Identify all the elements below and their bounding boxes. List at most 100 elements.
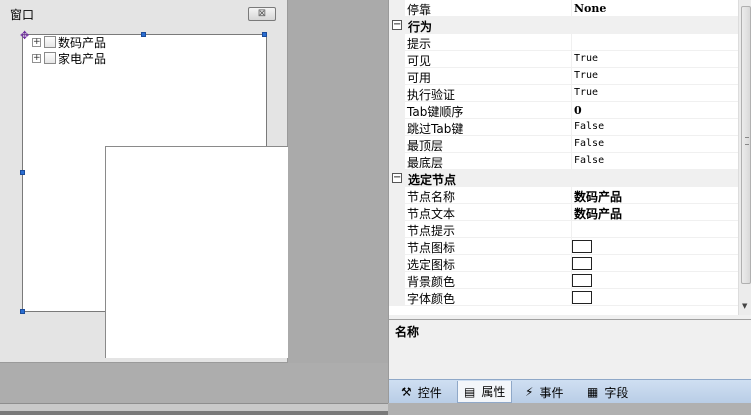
column-separator[interactable] xyxy=(571,51,572,68)
property-row[interactable]: Tab键顺序 0 xyxy=(389,102,738,119)
lightning-icon: ⚡ xyxy=(525,385,534,399)
category-label: 行为 xyxy=(408,20,433,34)
tree-node-checkbox[interactable] xyxy=(44,52,56,64)
property-row[interactable]: 节点图标 xyxy=(389,238,738,255)
tab-1[interactable]: ▤ 属性 xyxy=(457,381,513,403)
row-gutter xyxy=(389,85,405,102)
tab-2[interactable]: ⚡ 事件 xyxy=(519,381,569,403)
property-panel: 停靠 None − 行为 提示 可见 True 可用 True 执行验证 True Tab键顺序 0 跳过… xyxy=(388,0,751,403)
category-label: 选定节点 xyxy=(408,173,457,187)
row-gutter xyxy=(389,51,405,68)
property-row[interactable]: 最顶层 False xyxy=(389,136,738,153)
property-row[interactable]: 提示 xyxy=(389,34,738,51)
expand-icon[interactable]: + xyxy=(32,37,41,47)
window-bottom-edge xyxy=(388,403,751,415)
tree-node-1[interactable]: + 家电产品 xyxy=(32,50,106,66)
row-gutter xyxy=(389,34,405,51)
property-name: 可见 xyxy=(407,54,432,68)
column-separator[interactable] xyxy=(571,153,572,170)
row-gutter xyxy=(389,221,405,238)
property-name: 节点提示 xyxy=(407,224,456,238)
property-value[interactable]: False xyxy=(574,155,604,166)
column-separator[interactable] xyxy=(571,68,572,85)
property-row[interactable]: 可见 True xyxy=(389,51,738,68)
property-value[interactable]: False xyxy=(574,121,604,132)
property-row[interactable]: 最底层 False xyxy=(389,153,738,170)
row-gutter xyxy=(389,289,405,306)
property-row[interactable]: 字体颜色 xyxy=(389,289,738,306)
scrollbar-thumb[interactable] xyxy=(741,6,751,284)
column-separator[interactable] xyxy=(571,187,572,204)
property-category[interactable]: − 行为 xyxy=(389,17,738,34)
property-name: 字体颜色 xyxy=(407,292,456,306)
property-value[interactable]: None xyxy=(574,2,606,15)
property-row[interactable]: 节点提示 xyxy=(389,221,738,238)
property-row[interactable]: 节点名称 数码产品 xyxy=(389,187,738,204)
vertical-scrollbar[interactable]: ▼ xyxy=(738,0,751,315)
property-row[interactable]: 执行验证 True xyxy=(389,85,738,102)
row-gutter xyxy=(389,136,405,153)
row-gutter xyxy=(389,204,405,221)
tab-label: 字段 xyxy=(604,385,629,400)
properties-icon: ▤ xyxy=(464,384,476,399)
image-picker-swatch[interactable] xyxy=(572,240,592,253)
property-category[interactable]: − 选定节点 xyxy=(389,170,738,187)
property-name: 可用 xyxy=(407,71,432,85)
image-picker-swatch[interactable] xyxy=(572,257,592,270)
expand-icon[interactable]: + xyxy=(32,53,41,63)
scroll-down-icon[interactable]: ▼ xyxy=(742,302,747,310)
column-separator[interactable] xyxy=(571,102,572,119)
column-separator[interactable] xyxy=(571,221,572,238)
move-arrows-icon[interactable]: ✥ xyxy=(20,30,29,41)
row-gutter xyxy=(389,187,405,204)
property-grid: 停靠 None − 行为 提示 可见 True 可用 True 执行验证 True Tab键顺序 0 跳过… xyxy=(389,0,738,315)
property-row[interactable]: 可用 True xyxy=(389,68,738,85)
property-value[interactable]: False xyxy=(574,138,604,149)
image-picker-swatch[interactable] xyxy=(572,291,592,304)
property-name: 最顶层 xyxy=(407,139,444,153)
grip-icon xyxy=(745,137,749,145)
property-value[interactable]: 0 xyxy=(574,104,582,117)
image-picker-swatch[interactable] xyxy=(572,274,592,287)
column-separator[interactable] xyxy=(571,85,572,102)
resize-handle-bottom-left[interactable] xyxy=(20,309,25,314)
tab-3[interactable]: ▦ 字段 xyxy=(581,381,634,403)
property-value[interactable]: True xyxy=(574,87,598,98)
overlay-panel xyxy=(105,146,288,358)
property-name: 停靠 xyxy=(407,3,432,17)
column-separator[interactable] xyxy=(571,0,572,17)
fields-icon: ▦ xyxy=(587,385,599,399)
property-row[interactable]: 背景颜色 xyxy=(389,272,738,289)
resize-handle-left[interactable] xyxy=(20,170,25,175)
tree-node-0[interactable]: + 数码产品 xyxy=(32,34,106,50)
tree-node-checkbox[interactable] xyxy=(44,36,56,48)
collapse-icon[interactable]: − xyxy=(392,173,402,183)
property-value[interactable]: 数码产品 xyxy=(574,188,622,205)
property-description: 名称 xyxy=(389,319,751,379)
property-name: 提示 xyxy=(407,37,432,51)
column-separator[interactable] xyxy=(571,119,572,136)
property-name: 最底层 xyxy=(407,156,444,170)
bottom-border xyxy=(0,411,388,415)
column-separator[interactable] xyxy=(571,204,572,221)
property-row[interactable]: 选定图标 xyxy=(389,255,738,272)
tab-0[interactable]: ⚒ 控件 xyxy=(395,381,448,403)
row-gutter xyxy=(389,153,405,170)
property-row[interactable]: 节点文本 数码产品 xyxy=(389,204,738,221)
designer-window: 窗口 ⊠ ✥ + 数码产品 + 家电产品 xyxy=(0,0,288,363)
property-name: 执行验证 xyxy=(407,88,456,102)
property-value[interactable]: True xyxy=(574,70,598,81)
property-value[interactable]: True xyxy=(574,53,598,64)
row-gutter xyxy=(389,0,405,17)
collapse-icon[interactable]: − xyxy=(392,20,402,30)
column-separator[interactable] xyxy=(571,34,572,51)
property-row[interactable]: 停靠 None xyxy=(389,0,738,17)
resize-handle-top[interactable] xyxy=(141,32,146,37)
property-name: 背景颜色 xyxy=(407,275,456,289)
column-separator[interactable] xyxy=(571,136,572,153)
property-value[interactable]: 数码产品 xyxy=(574,205,622,222)
property-name: Tab键顺序 xyxy=(407,105,464,119)
resize-handle-top-right[interactable] xyxy=(262,32,267,37)
close-button[interactable]: ⊠ xyxy=(248,7,276,21)
property-row[interactable]: 跳过Tab键 False xyxy=(389,119,738,136)
